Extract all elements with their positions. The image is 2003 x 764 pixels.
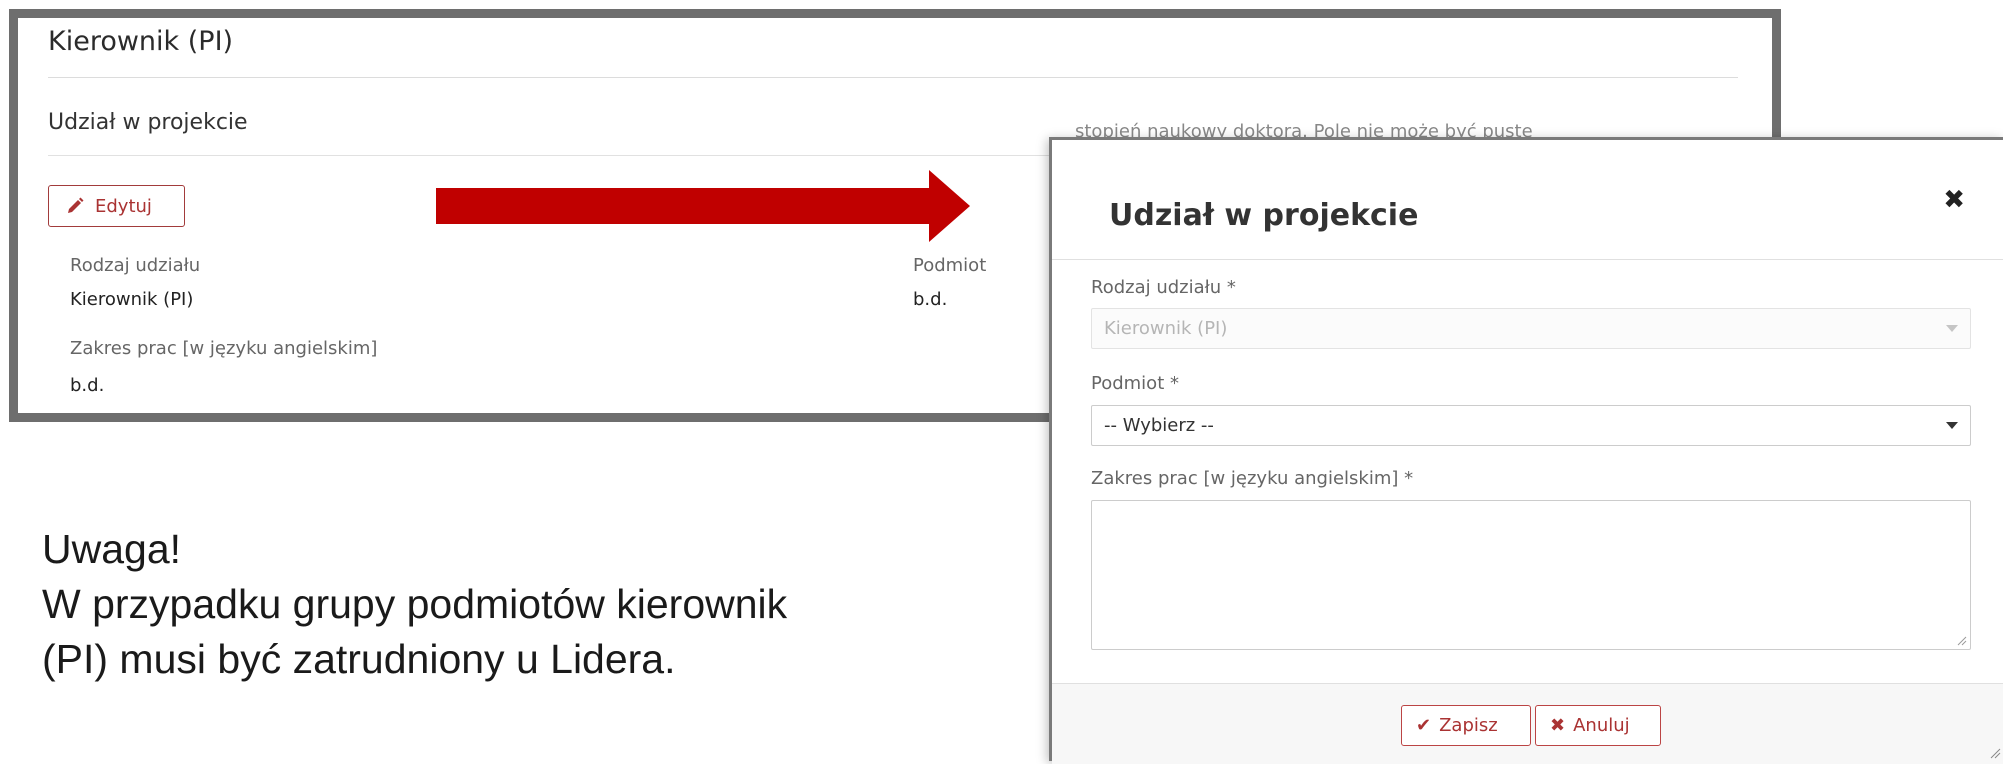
cancel-button-label: Anuluj	[1573, 715, 1630, 736]
divider	[48, 77, 1738, 78]
note-line: (PI) musi być zatrudniony u Lidera.	[42, 636, 676, 682]
resize-grip-icon[interactable]	[1955, 634, 1967, 646]
rodzaj-select-value: Kierownik (PI)	[1104, 318, 1228, 339]
rodzaj-label: Rodzaj udziału	[70, 255, 201, 276]
divider	[1052, 259, 2003, 260]
save-button-label: Zapisz	[1439, 715, 1498, 736]
participation-modal: Udział w projekcie ✖ Rodzaj udziału * Ki…	[1049, 137, 2003, 764]
section-title: Udział w projekcie	[48, 110, 248, 135]
red-arrow	[436, 170, 970, 242]
podmiot-select[interactable]: -- Wybierz --	[1091, 405, 1971, 446]
zakres-label: Zakres prac [w języku angielskim]	[70, 338, 378, 359]
warning-note: Uwaga! W przypadku grupy podmiotów kiero…	[42, 522, 787, 687]
times-icon: ✖	[1550, 715, 1566, 736]
save-button[interactable]: ✔ Zapisz	[1401, 705, 1531, 746]
note-heading: Uwaga!	[42, 526, 182, 572]
rodzaj-field-label: Rodzaj udziału *	[1091, 277, 1236, 298]
podmiot-field-label: Podmiot *	[1091, 373, 1179, 394]
podmiot-select-value: -- Wybierz --	[1104, 415, 1214, 436]
panel-title: Kierownik (PI)	[48, 26, 234, 57]
rodzaj-value: Kierownik (PI)	[70, 289, 194, 310]
arrow-shape	[436, 170, 970, 242]
podmiot-label: Podmiot	[913, 255, 987, 276]
edit-button-label: Edytuj	[95, 195, 152, 217]
pencil-icon	[68, 197, 84, 213]
cancel-button[interactable]: ✖ Anuluj	[1535, 705, 1661, 746]
modal-title: Udział w projekcie	[1109, 198, 1419, 233]
check-icon: ✔	[1416, 715, 1432, 736]
close-icon[interactable]: ✖	[1943, 185, 1965, 215]
podmiot-value: b.d.	[913, 289, 948, 310]
chevron-down-icon	[1946, 324, 1958, 332]
note-line: W przypadku grupy podmiotów kierownik	[42, 581, 788, 627]
resize-grip-icon[interactable]	[1987, 745, 2001, 759]
rodzaj-select: Kierownik (PI)	[1091, 308, 1971, 349]
zakres-value: b.d.	[70, 375, 105, 396]
chevron-down-icon	[1946, 421, 1958, 429]
edit-button[interactable]: Edytuj	[48, 185, 185, 227]
zakres-field-label: Zakres prac [w języku angielskim] *	[1091, 468, 1414, 489]
zakres-textarea[interactable]	[1091, 500, 1971, 650]
